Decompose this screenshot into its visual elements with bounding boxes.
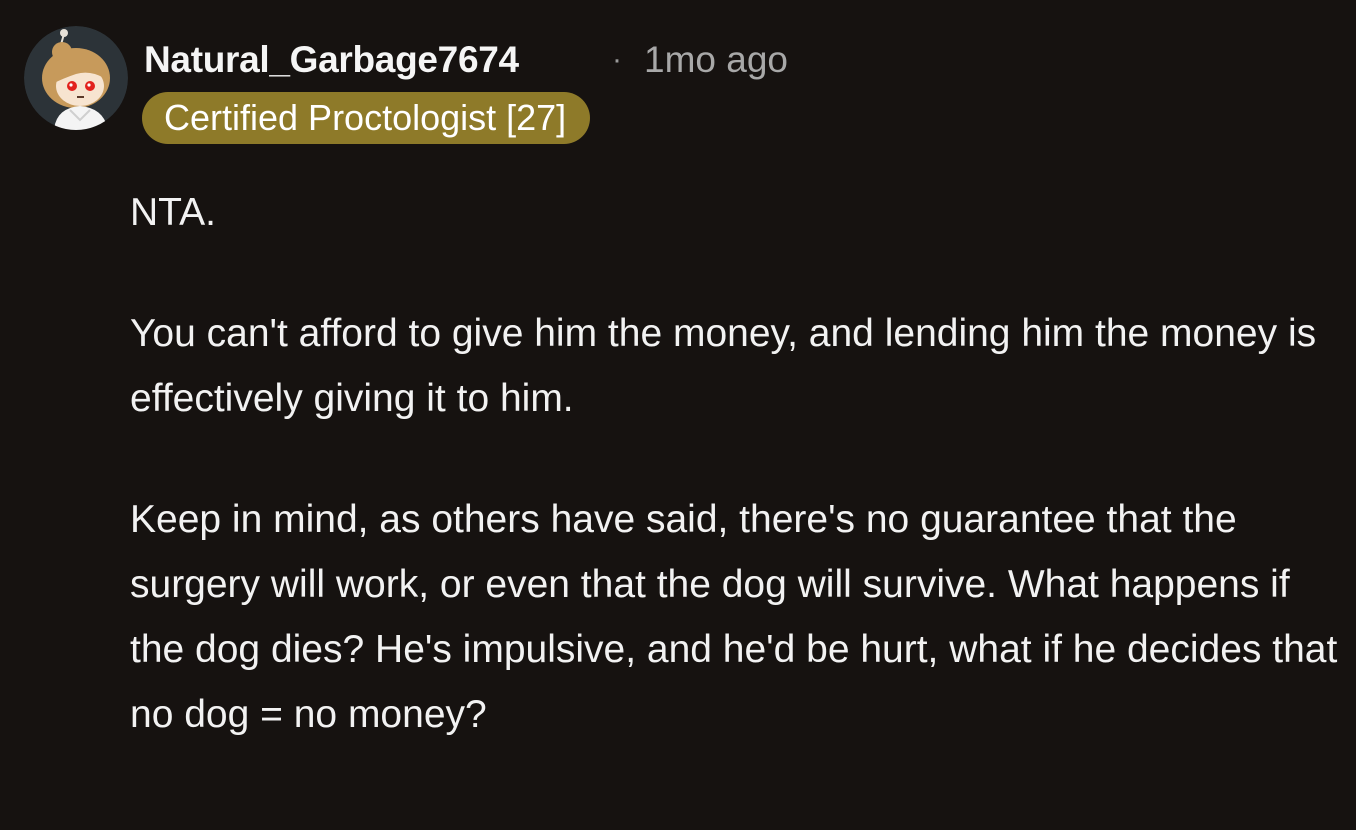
snoo-avatar-icon: [24, 26, 128, 130]
comment-body: NTA. You can't afford to give him the mo…: [130, 180, 1340, 747]
comment-paragraph: Keep in mind, as others have said, there…: [130, 498, 1338, 736]
comment-author[interactable]: Natural_Garbage7674: [144, 36, 519, 84]
comment-paragraph: NTA.: [130, 191, 216, 234]
meta-separator: ·: [612, 43, 622, 76]
user-flair-badge: Certified Proctologist [27]: [142, 92, 591, 144]
comment: Natural_Garbage7674 · 1mo ago Certified …: [0, 0, 1356, 830]
comment-paragraph: You can't afford to give him the money, …: [130, 312, 1317, 420]
user-avatar[interactable]: [24, 26, 128, 130]
comment-timestamp[interactable]: 1mo ago: [644, 36, 788, 84]
